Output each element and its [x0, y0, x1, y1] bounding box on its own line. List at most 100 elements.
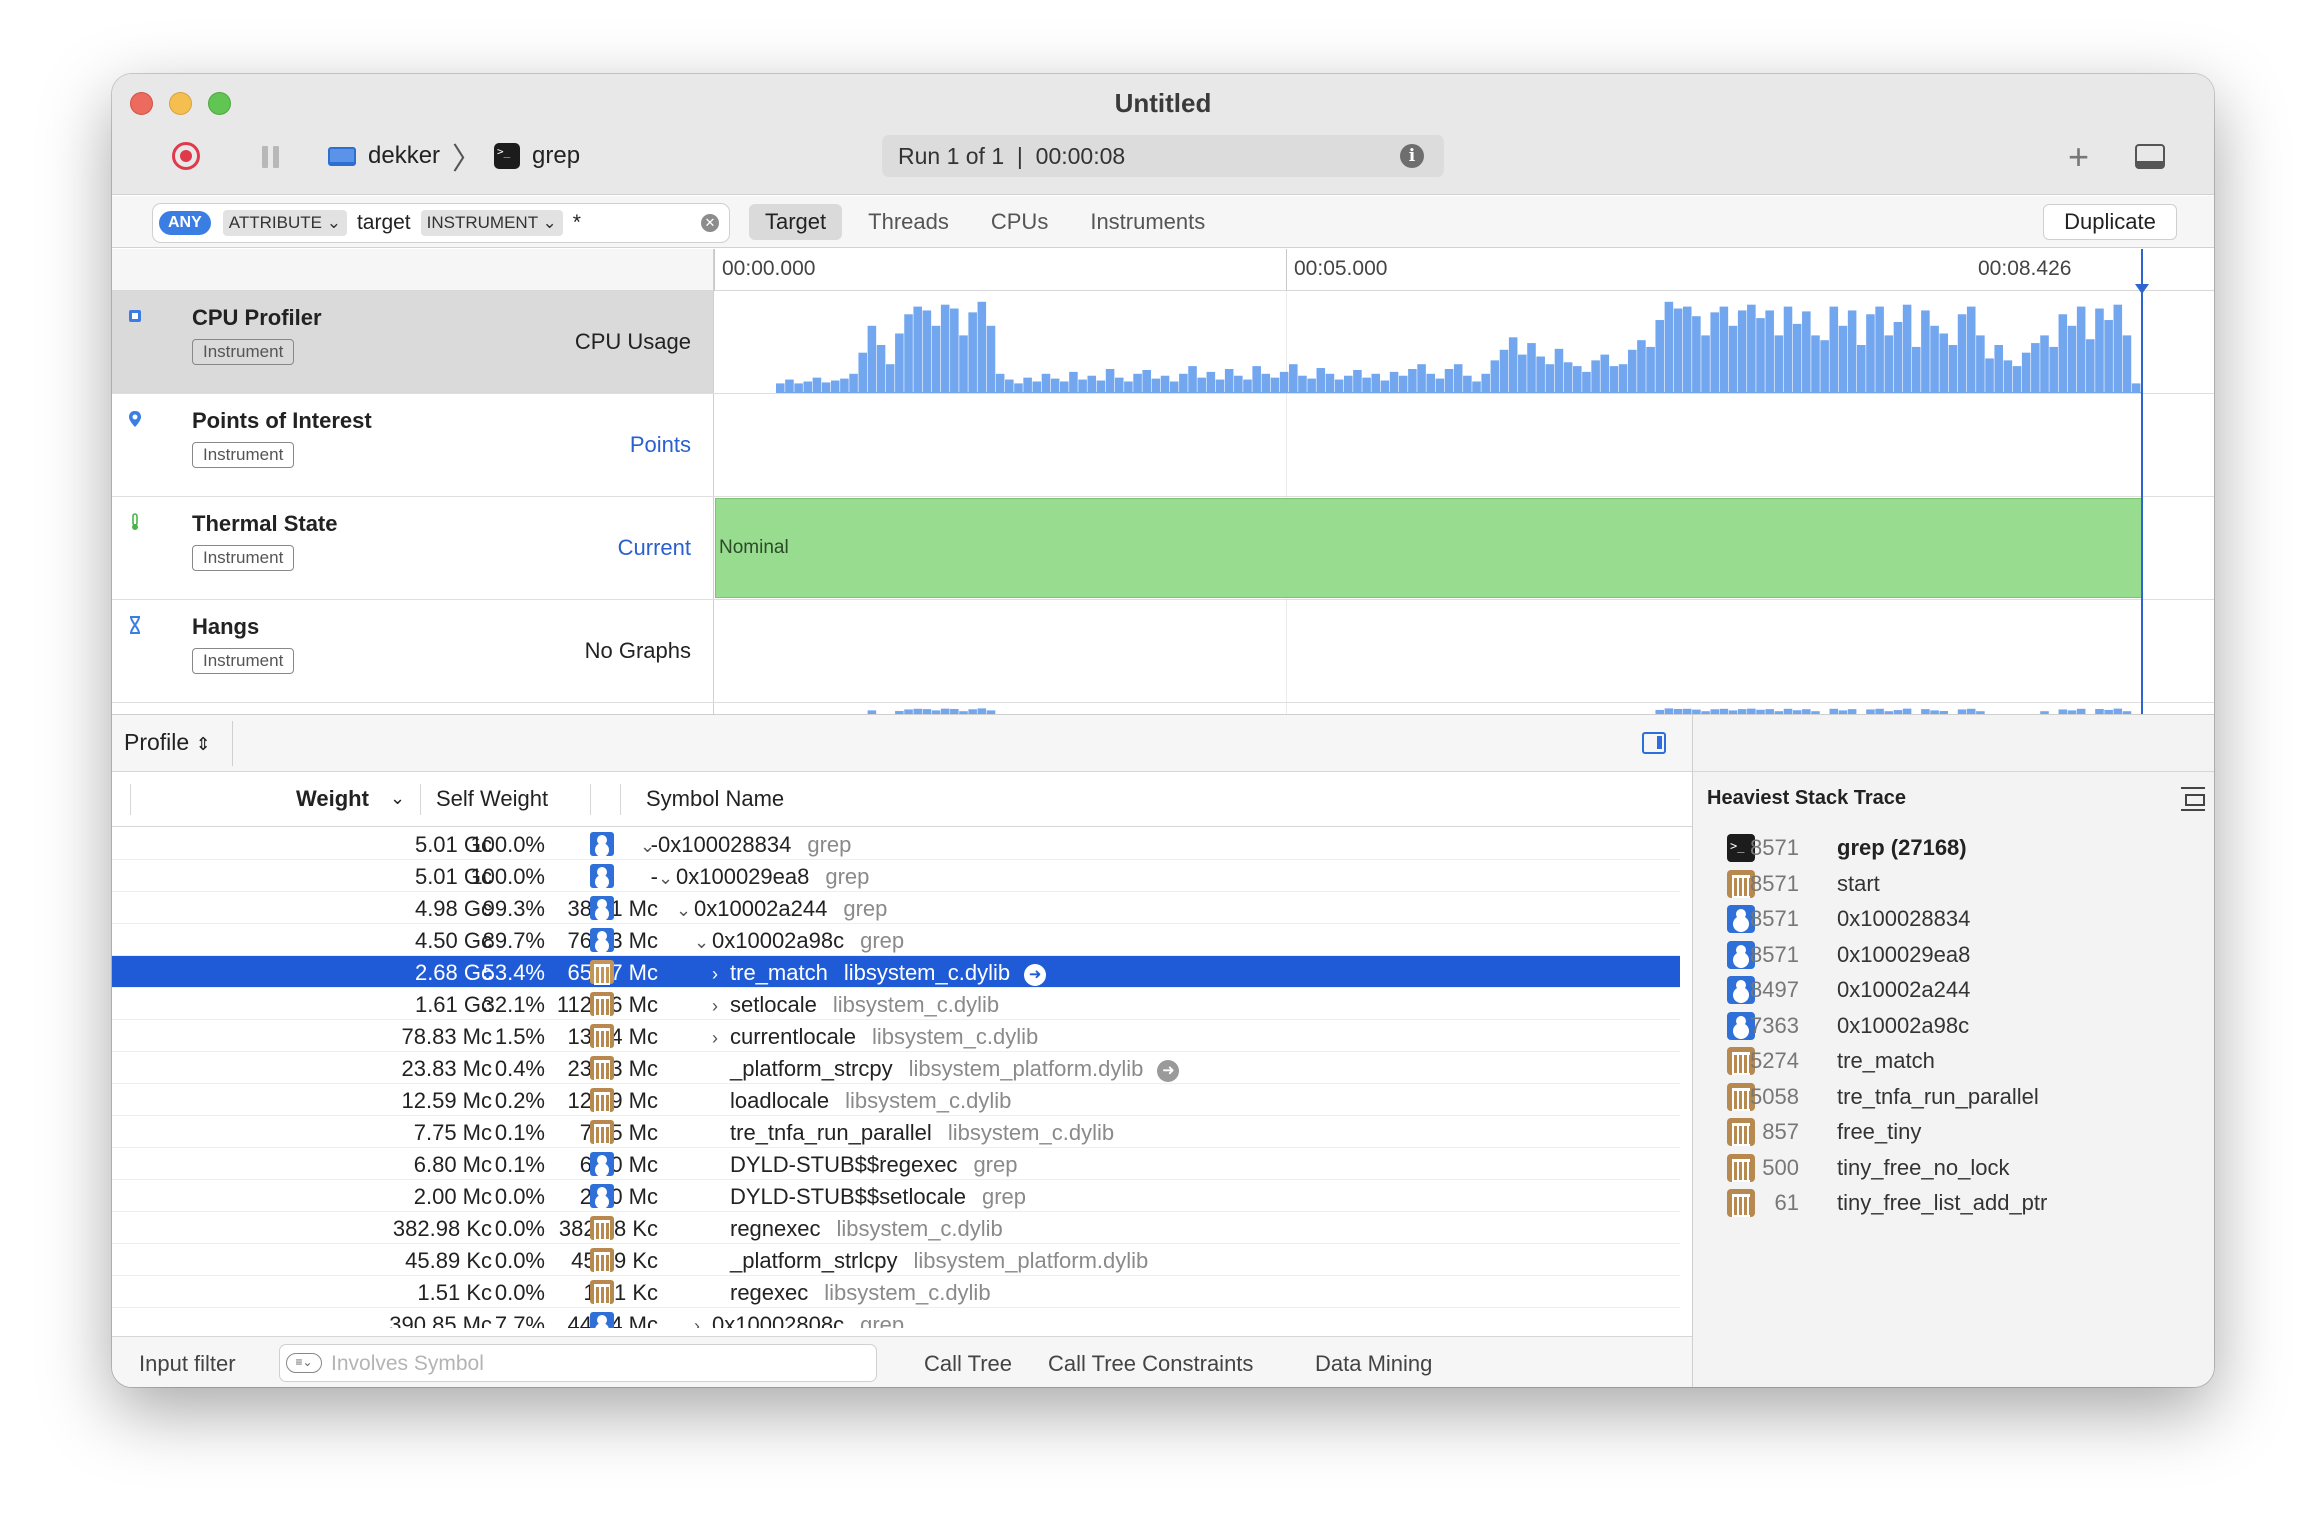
- library-name: grep: [807, 832, 852, 857]
- cpu-usage-bar: [1701, 335, 1710, 393]
- track-label[interactable]: CPU Profiler Instrument CPU Usage: [112, 291, 714, 393]
- call-tree[interactable]: 5.01 Gc 100.0% - ⌄ 0x100028834 grep 5.01 Gc 100…: [112, 828, 1680, 1328]
- sample-count: 7363: [1750, 1012, 1799, 1038]
- table-row[interactable]: 382.98 Kc0.0%382.98 Kcregnexeclibsystem_…: [112, 1212, 1680, 1244]
- table-row[interactable]: 1.51 Kc 0.0% 1.51 Kc regexec libsystem_c.dyl…: [112, 1276, 1680, 1308]
- disclosure-triangle-icon[interactable]: ⌄: [676, 900, 694, 921]
- stack-options-icon[interactable]: [2181, 787, 2205, 811]
- track-points-of-interest[interactable]: Points of Interest Instrument Points: [112, 394, 2214, 497]
- table-row[interactable]: 2.00 Mc 0.0% 2.00 Mc DYLD-STUB$$setlocale gr…: [112, 1180, 1680, 1212]
- cpu-usage-bar: [1985, 358, 1994, 393]
- info-icon[interactable]: i: [1400, 144, 1424, 168]
- symbol-cell: _platform_strcpy libsystem_platform.dylib…: [712, 1056, 1180, 1082]
- track-kind[interactable]: Points: [630, 432, 691, 458]
- track-hangs[interactable]: Hangs Instrument No Graphs: [112, 600, 2214, 703]
- disclosure-triangle-icon[interactable]: ›: [712, 964, 730, 985]
- disclosure-triangle-icon[interactable]: ›: [712, 996, 730, 1017]
- thermal-graph[interactable]: Nominal: [714, 497, 2214, 599]
- disclosure-triangle-icon[interactable]: ⌄: [694, 932, 712, 953]
- cpu-usage-graph[interactable]: [714, 291, 2214, 393]
- target-selector[interactable]: dekker 〉 grep: [328, 140, 580, 176]
- cpu-usage-bar: [1930, 325, 1939, 393]
- sample-count: 5058: [1750, 1083, 1799, 1109]
- disclosure-triangle-icon[interactable]: ⌄: [640, 836, 658, 857]
- table-row[interactable]: 5.01 Gc 100.0% - ⌄ 0x100028834 grep: [112, 828, 1680, 860]
- weight-value: 390.85 Mc: [389, 1312, 492, 1328]
- disclosure-triangle-icon[interactable]: ⌄: [658, 868, 676, 889]
- user-code-icon: [590, 832, 614, 856]
- sort-chevron-icon[interactable]: ⌄: [390, 788, 405, 809]
- cpu-usage-bar: [1032, 381, 1042, 393]
- go-to-source-icon[interactable]: ➜: [1157, 1060, 1180, 1082]
- input-filter-field[interactable]: ≡⌄ Involves Symbol: [279, 1344, 877, 1382]
- track-label[interactable]: Hangs Instrument No Graphs: [112, 600, 714, 702]
- playhead[interactable]: [2141, 249, 2143, 714]
- toggle-detail-panel-icon[interactable]: [2135, 144, 2165, 169]
- attribute-token[interactable]: ATTRIBUTE ⌄: [222, 210, 347, 236]
- view-selector[interactable]: Profile ⇕: [124, 729, 211, 756]
- location-pin-icon: [129, 411, 141, 427]
- instrument-value[interactable]: *: [573, 211, 581, 235]
- tab-instruments[interactable]: Instruments: [1074, 204, 1221, 240]
- disclosure-triangle-icon[interactable]: ›: [694, 1316, 712, 1328]
- tab-target[interactable]: Target: [749, 204, 843, 240]
- track-thermal-state[interactable]: Thermal State Instrument Current Nominal: [112, 497, 2214, 600]
- record-button[interactable]: [172, 142, 200, 170]
- track-kind[interactable]: CPU Usage: [575, 329, 691, 355]
- library-name: libsystem_platform.dylib: [908, 1056, 1144, 1081]
- call-tree-button[interactable]: Call Tree: [924, 1351, 1012, 1377]
- library-name: libsystem_c.dylib: [947, 1120, 1115, 1145]
- cpu-usage-bar: [1151, 378, 1161, 393]
- playhead-marker-icon[interactable]: [2135, 284, 2149, 294]
- table-row[interactable]: 6.80 Mc 0.1% 6.80 Mc DYLD-STUB$$regexec grep: [112, 1148, 1680, 1180]
- attribute-value[interactable]: target: [357, 211, 411, 235]
- tab-cpus[interactable]: CPUs: [975, 204, 1064, 240]
- go-to-source-icon[interactable]: ➜: [1024, 964, 1047, 986]
- tab-threads[interactable]: Threads: [852, 204, 965, 240]
- chevron-right-icon: 〉: [452, 143, 483, 176]
- table-row[interactable]: 5.01 Gc 100.0% - ⌄ 0x100029ea8 grep: [112, 860, 1680, 892]
- track-label[interactable]: Thermal State Instrument Current: [112, 497, 714, 599]
- duplicate-button[interactable]: Duplicate: [2043, 204, 2177, 240]
- view-selector-label: Profile: [124, 729, 190, 755]
- cpu-usage-bar: [1802, 311, 1811, 393]
- hangs-graph[interactable]: [714, 600, 2214, 702]
- instrument-token[interactable]: INSTRUMENT ⌄: [420, 210, 563, 236]
- filter-options-icon[interactable]: ≡⌄: [286, 1353, 322, 1373]
- cpu-usage-bar: [1371, 373, 1381, 393]
- table-row[interactable]: 4.50 Gc89.7%76.43 Mc⌄0x10002a98cgrep: [112, 924, 1680, 956]
- table-row[interactable]: 1.61 Gc32.1%112.26 Mc›setlocalelibsystem…: [112, 988, 1680, 1020]
- call-tree-constraints-button[interactable]: Call Tree Constraints: [1048, 1351, 1253, 1377]
- match-any-badge[interactable]: ANY: [159, 211, 211, 235]
- data-mining-button[interactable]: Data Mining: [1315, 1351, 1432, 1377]
- cpu-usage-bar: [1343, 375, 1353, 393]
- disclosure-triangle-icon[interactable]: ›: [712, 1028, 730, 1049]
- clear-filter-icon[interactable]: ✕: [701, 214, 719, 232]
- track-kind[interactable]: Current: [618, 535, 691, 561]
- table-row[interactable]: 2.68 Gc53.4%65.67 Mc›tre_matchlibsystem_…: [112, 956, 1680, 988]
- add-instrument-icon[interactable]: +: [2068, 136, 2089, 178]
- points-graph[interactable]: [714, 394, 2214, 496]
- table-row[interactable]: 390.85 Mc7.7%44.24 Mc›0x10002808cgrep: [112, 1308, 1680, 1328]
- weight-percent: 0.0%: [494, 1280, 545, 1305]
- column-self-weight[interactable]: Self Weight: [436, 786, 548, 812]
- pause-button[interactable]: [260, 146, 282, 168]
- track-label: [112, 703, 714, 714]
- column-weight[interactable]: Weight: [296, 786, 369, 812]
- time-ruler[interactable]: 00:00.000 00:05.000 00:08.426: [714, 249, 2214, 291]
- track-header-spacer: [112, 249, 714, 291]
- table-row[interactable]: 45.89 Kc 0.0% 45.89 Kc _platform_strlcpy lib…: [112, 1244, 1680, 1276]
- cpu-usage-bar: [1737, 310, 1747, 393]
- table-row[interactable]: 4.98 Gc99.3%38.81 Mc⌄0x10002a244grep: [112, 892, 1680, 924]
- ruler-label: 00:08.426: [1978, 257, 2072, 280]
- track-filter-field[interactable]: ANY ATTRIBUTE ⌄ target INSTRUMENT ⌄ * ✕: [152, 203, 730, 243]
- track-label[interactable]: Points of Interest Instrument Points: [112, 394, 714, 496]
- table-row[interactable]: 78.83 Mc1.5%13.04 Mc›currentlocalelibsys…: [112, 1020, 1680, 1052]
- column-symbol-name[interactable]: Symbol Name: [646, 786, 784, 812]
- table-row[interactable]: 23.83 Mc0.4%23.83 Mc_platform_strcpylibs…: [112, 1052, 1680, 1084]
- table-row[interactable]: 12.59 Mc0.2%12.59 Mcloadlocalelibsystem_…: [112, 1084, 1680, 1116]
- cpu-usage-bar: [1389, 371, 1399, 393]
- sidebar-toggle-icon[interactable]: [1642, 732, 1666, 754]
- table-row[interactable]: 7.75 Mc 0.1% 7.75 Mc tre_tnfa_run_parallel l…: [112, 1116, 1680, 1148]
- track-cpu-profiler[interactable]: CPU Profiler Instrument CPU Usage: [112, 291, 2214, 394]
